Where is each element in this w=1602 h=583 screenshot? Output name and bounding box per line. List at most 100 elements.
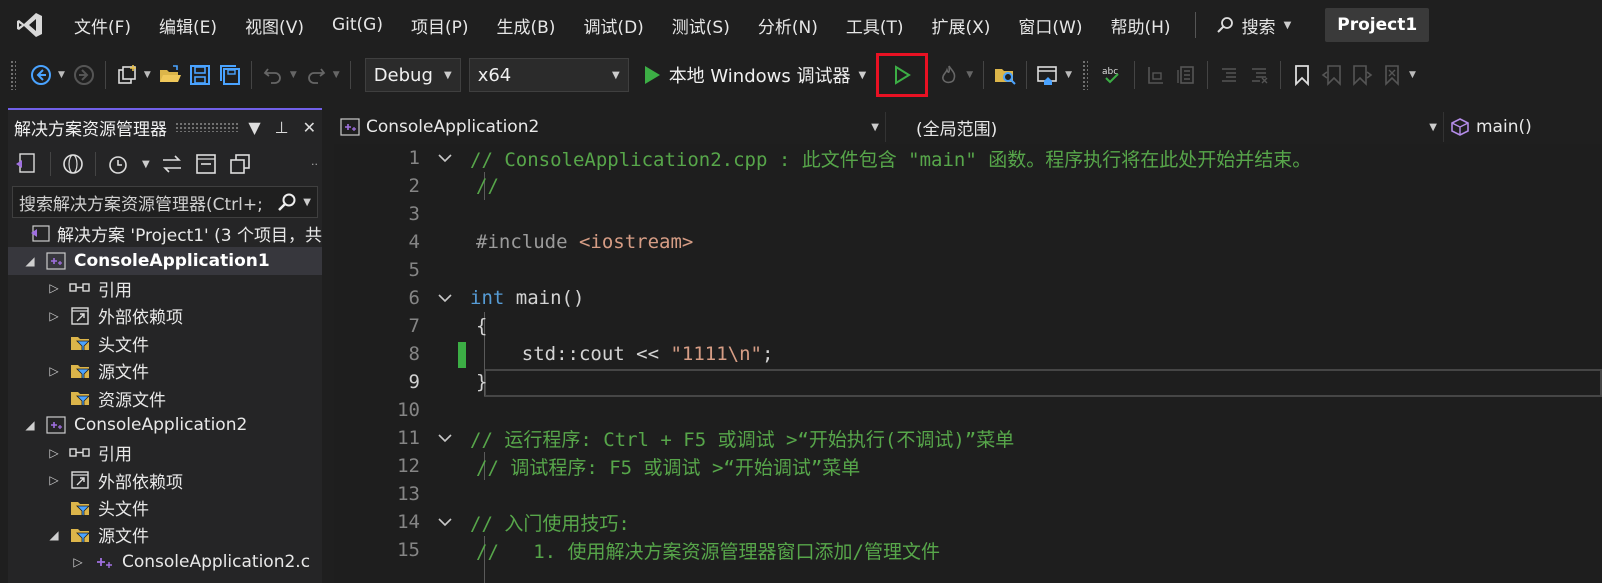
global-scope-select[interactable]: (全局范围) ▼: [886, 112, 1444, 142]
navigate-back-button[interactable]: [26, 58, 56, 92]
previous-bookmark-button[interactable]: [1317, 58, 1347, 92]
fold-chevron-icon[interactable]: [420, 153, 470, 163]
browser-link-button[interactable]: [1033, 58, 1063, 92]
solution-explorer-titlebar[interactable]: 解决方案资源管理器 ▼ ⊥ ✕: [8, 110, 322, 144]
menu-item-11[interactable]: 窗口(W): [1004, 0, 1096, 50]
member-select[interactable]: main(): [1444, 112, 1602, 142]
menu-item-6[interactable]: 调试(D): [569, 0, 657, 50]
code-line[interactable]: 2 //: [334, 172, 1602, 200]
toggle-bookmark-button[interactable]: [1287, 58, 1317, 92]
tree-item[interactable]: 头文件: [8, 330, 322, 357]
tree-item[interactable]: ▷ 引用: [8, 275, 322, 302]
solution-explorer-search-input[interactable]: 搜索解决方案资源管理器(Ctrl+; ▼: [12, 186, 318, 218]
code-editor[interactable]: 1 // ConsoleApplication2.cpp : 此文件包含 "mai…: [334, 144, 1602, 583]
start-without-debugging-button[interactable]: [876, 53, 929, 97]
search-options-dropdown-icon[interactable]: ▼: [303, 197, 311, 208]
menu-item-1[interactable]: 编辑(E): [145, 0, 231, 50]
hot-reload-button[interactable]: [934, 58, 964, 92]
code-line[interactable]: 6 int main(): [334, 284, 1602, 312]
fold-chevron-icon[interactable]: [420, 433, 470, 443]
tree-item[interactable]: ▷ 引用: [8, 439, 322, 466]
visual-studio-logo-icon[interactable]: [0, 0, 60, 50]
uncomment-lines-button[interactable]: [1244, 58, 1274, 92]
code-line[interactable]: 12 // 调试程序: F5 或调试 >“开始调试”菜单: [334, 452, 1602, 480]
menu-item-9[interactable]: 工具(T): [832, 0, 918, 50]
menu-item-2[interactable]: 视图(V): [231, 0, 318, 50]
show-threads-button[interactable]: [1171, 58, 1201, 92]
sync-with-active-document-icon[interactable]: [160, 152, 184, 176]
comment-lines-button[interactable]: [1214, 58, 1244, 92]
tree-item[interactable]: ▷ 源文件: [8, 357, 322, 384]
tree-item[interactable]: ◢ 源文件: [8, 521, 322, 548]
run-dropdown-icon[interactable]: ▼: [858, 70, 866, 81]
open-file-button[interactable]: [155, 58, 185, 92]
show-all-files-icon[interactable]: [228, 152, 252, 176]
expanded-arrow-icon[interactable]: ◢: [22, 254, 38, 268]
tree-item[interactable]: ▷ 外部依赖项: [8, 467, 322, 494]
tree-item[interactable]: ▷ ConsoleApplication2.c: [8, 549, 322, 576]
menu-item-10[interactable]: 扩展(X): [918, 0, 1005, 50]
step-into-specific-button[interactable]: [1141, 58, 1171, 92]
toolbar-overflow-icon[interactable]: ▼: [1409, 70, 1416, 80]
navigate-forward-button[interactable]: [69, 58, 99, 92]
find-in-files-button[interactable]: [990, 58, 1020, 92]
code-line[interactable]: 10: [334, 396, 1602, 424]
start-debugging-button[interactable]: 本地 Windows 调试器 ▼: [637, 58, 873, 92]
tree-item[interactable]: 解决方案 'Project1' (3 个项目，共: [8, 220, 322, 247]
collapsed-arrow-icon[interactable]: ▷: [46, 309, 62, 323]
clear-bookmarks-button[interactable]: [1377, 58, 1407, 92]
window-position-dropdown-icon[interactable]: ▼: [248, 118, 260, 137]
new-project-dropdown-icon[interactable]: ▼: [144, 70, 151, 80]
tree-item[interactable]: ◢ ConsoleApplication1: [8, 247, 322, 275]
menu-item-4[interactable]: 项目(P): [397, 0, 483, 50]
undo-button[interactable]: [258, 58, 288, 92]
code-line[interactable]: 4 #include <iostream>: [334, 228, 1602, 256]
code-line[interactable]: 11 // 运行程序: Ctrl + F5 或调试 >“开始执行(不调试)”菜单: [334, 424, 1602, 452]
project-scope-select[interactable]: ConsoleApplication2 ▼: [334, 112, 886, 142]
tree-item[interactable]: 资源文件: [8, 384, 322, 411]
collapsed-arrow-icon[interactable]: ▷: [46, 364, 62, 378]
code-line[interactable]: 13: [334, 480, 1602, 508]
next-bookmark-button[interactable]: [1347, 58, 1377, 92]
save-button[interactable]: [185, 58, 215, 92]
menu-item-0[interactable]: 文件(F): [60, 0, 145, 50]
code-line[interactable]: 5: [334, 256, 1602, 284]
pin-icon[interactable]: ⊥: [275, 118, 289, 137]
fold-chevron-icon[interactable]: [420, 517, 470, 527]
undo-dropdown-icon[interactable]: ▼: [290, 70, 297, 80]
collapsed-arrow-icon[interactable]: ▷: [46, 473, 62, 487]
expanded-arrow-icon[interactable]: ◢: [22, 418, 38, 432]
collapsed-arrow-icon[interactable]: ▷: [46, 446, 62, 460]
expanded-arrow-icon[interactable]: ◢: [46, 528, 62, 542]
fold-chevron-icon[interactable]: [420, 293, 470, 303]
code-line[interactable]: 7{: [334, 312, 1602, 340]
redo-dropdown-icon[interactable]: ▼: [333, 70, 340, 80]
toolbar-grip[interactable]: [10, 60, 16, 90]
collapse-all-icon[interactable]: [194, 152, 218, 176]
tree-item[interactable]: 头文件: [8, 494, 322, 521]
toolbar-grip[interactable]: [1082, 60, 1089, 90]
collapsed-arrow-icon[interactable]: ▷: [46, 281, 62, 295]
solution-configuration-select[interactable]: Debug ▼: [364, 58, 461, 92]
browser-link-dropdown-icon[interactable]: ▼: [1065, 70, 1072, 80]
redo-button[interactable]: [301, 58, 331, 92]
search-button[interactable]: 搜索 ▼: [1206, 13, 1302, 38]
project-name-badge[interactable]: Project1: [1325, 8, 1430, 42]
menu-item-5[interactable]: 生成(B): [483, 0, 570, 50]
code-line[interactable]: 3: [334, 200, 1602, 228]
collapsed-arrow-icon[interactable]: ▷: [70, 555, 86, 569]
code-line[interactable]: 1 // ConsoleApplication2.cpp : 此文件包含 "mai…: [334, 144, 1602, 172]
tree-item[interactable]: ◢ ConsoleApplication2: [8, 412, 322, 439]
pending-changes-dropdown-icon[interactable]: ▼: [142, 159, 150, 170]
toolbar-overflow-icon[interactable]: ··: [311, 158, 318, 171]
save-all-button[interactable]: [215, 58, 245, 92]
code-line[interactable]: 14 // 入门使用技巧:: [334, 508, 1602, 536]
menu-item-3[interactable]: Git(G): [318, 0, 397, 50]
back-dropdown-icon[interactable]: ▼: [58, 70, 65, 80]
solution-platform-select[interactable]: x64 ▼: [468, 58, 629, 92]
tree-item[interactable]: ▷ 外部依赖项: [8, 302, 322, 329]
hot-reload-dropdown-icon[interactable]: ▼: [966, 70, 973, 80]
close-icon[interactable]: ✕: [303, 118, 316, 137]
globe-icon[interactable]: [61, 152, 85, 176]
code-line[interactable]: 15 // 1. 使用解决方案资源管理器窗口添加/管理文件: [334, 536, 1602, 564]
